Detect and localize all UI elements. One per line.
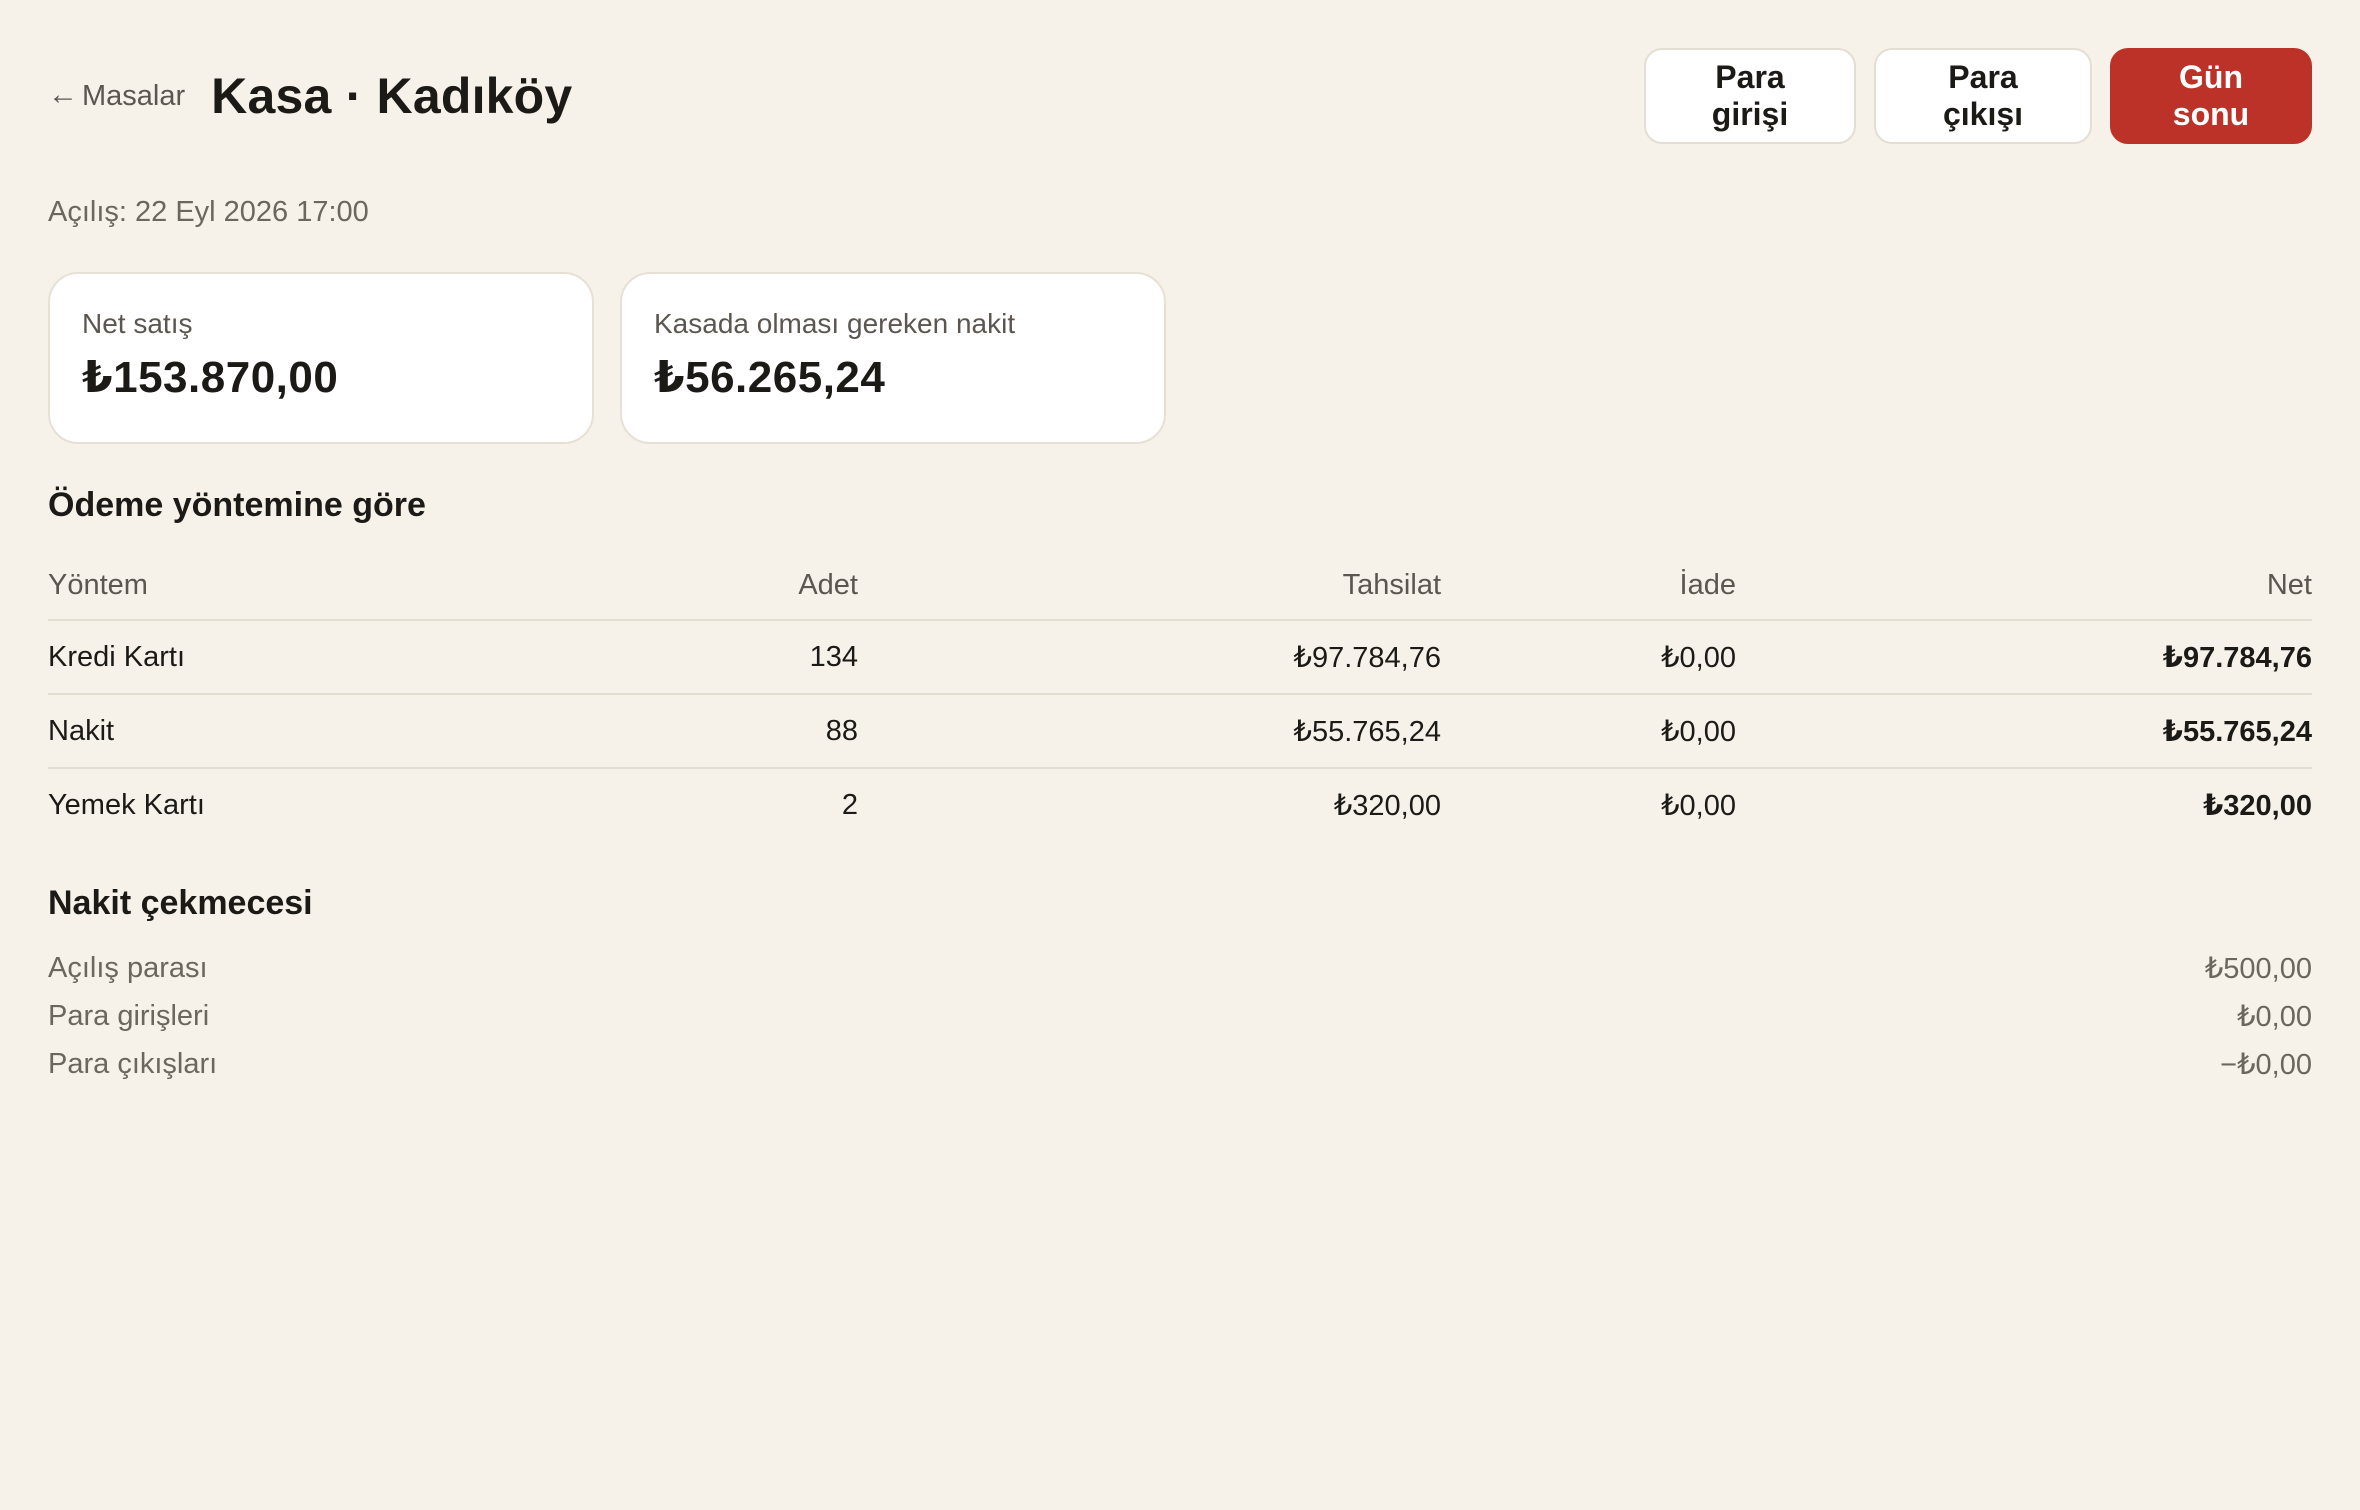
list-item: Para çıkışları −₺0,00 [48,1040,2312,1088]
drawer-item-value: ₺500,00 [2204,952,2312,985]
cell-collected: ₺97.784,76 [858,620,1441,695]
net-sales-label: Net satış [82,308,193,339]
drawer-item-label: Para çıkışları [48,1047,218,1080]
drawer-item-value: −₺0,00 [2220,1048,2312,1081]
cash-register-page: ← Masalar Kasa · Kadıköy Para girişi Par… [0,0,2360,1510]
cash-out-button[interactable]: Para çıkışı [1874,48,2092,144]
back-to-tables-link[interactable]: ← Masalar [48,78,186,113]
cell-method: Nakit [48,694,668,769]
cell-count: 2 [841,789,858,821]
cash-drawer-section-title: Nakit çekmecesi [48,884,313,922]
cell-net: ₺320,00 [2203,790,2312,822]
payments-section-title: Ödeme yöntemine göre [48,486,426,524]
column-header-count: Adet [668,552,858,621]
table-row: Kredi Kartı 134 ₺97.784,76 ₺0,00 ₺97.784… [48,620,2312,695]
cash-in-button[interactable]: Para girişi [1644,48,1856,144]
drawer-item-value: ₺0,00 [2237,1000,2312,1033]
cash-drawer-list: Açılış parası ₺500,00 Para girişleri ₺0,… [48,944,2312,1088]
summary-cards: Net satış ₺153.870,00 Kasada olması gere… [48,272,1166,444]
drawer-item-label: Açılış parası [48,951,208,984]
cell-method: Kredi Kartı [48,620,668,695]
net-sales-card: Net satış ₺153.870,00 [48,272,594,444]
cell-method: Yemek Kartı [48,789,205,821]
cell-count: 88 [668,694,858,769]
cell-net: ₺55.765,24 [1736,694,2312,769]
page-title: Kasa · Kadıköy [211,68,573,124]
back-link-label: Masalar [82,79,186,112]
expected-cash-card: Kasada olması gereken nakit ₺56.265,24 [620,272,1166,444]
expected-cash-label: Kasada olması gereken nakit [654,308,1016,339]
drawer-item-label: Para girişleri [48,999,210,1032]
cell-count: 134 [668,620,858,695]
list-item: Açılış parası ₺500,00 [48,944,2312,992]
cell-refund: ₺0,00 [1661,790,1736,822]
column-header-net: Net [1736,552,2312,621]
table-row: Nakit 88 ₺55.765,24 ₺0,00 ₺55.765,24 [48,694,2312,769]
table-header-row: Yöntem Adet Tahsilat İade Net [48,552,2312,621]
cell-refund: ₺0,00 [1441,694,1736,769]
cell-collected: ₺55.765,24 [858,694,1441,769]
cell-collected: ₺320,00 [1333,790,1441,822]
cell-net: ₺97.784,76 [1736,620,2312,695]
expected-cash-value: ₺56.265,24 [654,353,886,402]
arrow-left-icon: ← [48,78,78,111]
opened-at-text: Açılış: 22 Eyl 2026 17:00 [48,196,369,228]
column-header-method: Yöntem [48,552,668,621]
end-of-day-button[interactable]: Gün sonu [2110,48,2312,144]
page-header: ← Masalar Kasa · Kadıköy Para girişi Par… [48,48,2312,144]
cell-refund: ₺0,00 [1441,620,1736,695]
column-header-refund: İade [1441,552,1736,621]
column-header-collected: Tahsilat [858,552,1441,621]
net-sales-value: ₺153.870,00 [82,353,339,402]
list-item: Para girişleri ₺0,00 [48,992,2312,1040]
header-left: ← Masalar Kasa · Kadıköy [48,67,572,125]
payments-table: Yöntem Adet Tahsilat İade Net Kredi Kart… [48,552,2312,842]
header-actions: Para girişi Para çıkışı Gün sonu [1644,48,2312,144]
table-row: Yemek Kartı 2 ₺320,00 ₺0,00 ₺320,00 [48,768,2312,842]
